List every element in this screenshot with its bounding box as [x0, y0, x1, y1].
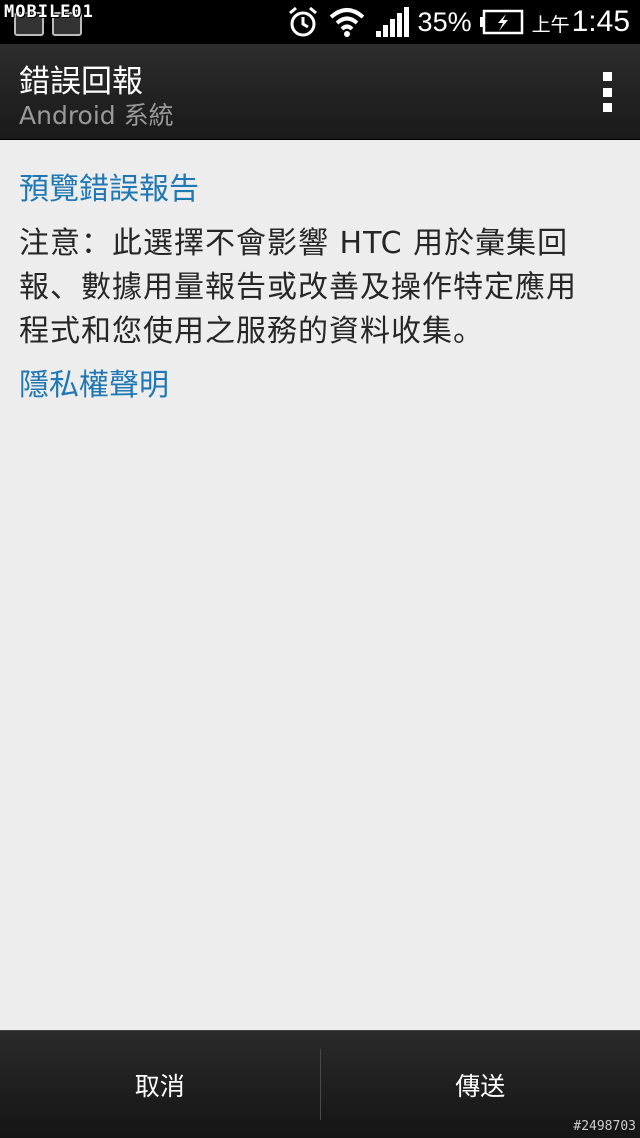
notice-line: 報、數據用量報告或改善及操作特定應用	[19, 270, 577, 305]
privacy-statement-link[interactable]: 隱私權聲明	[19, 360, 169, 404]
error-report-screen: MOBILE01 35% 上午 1:45 錯誤回報 Android 系統 預覽錯…	[0, 0, 640, 1138]
wifi-icon	[329, 8, 364, 37]
clock-time: 1:45	[571, 5, 630, 38]
content-area: 預覽錯誤報告 注意：此選擇不會影響 HTC 用於彙集回 報、數據用量報告或改善及…	[0, 140, 640, 1030]
battery-percent: 35%	[417, 6, 472, 37]
alarm-icon	[288, 6, 317, 37]
status-indicators: 35% 上午 1:45	[286, 0, 630, 44]
page-subtitle: Android 系統	[19, 101, 174, 130]
signal-icon	[375, 7, 409, 37]
action-bar: 錯誤回報 Android 系統	[0, 44, 640, 140]
notice-line: 程式和您使用之服務的資料收集。	[19, 314, 484, 349]
clock: 上午 1:45	[532, 5, 630, 39]
notice-text: 注意：此選擇不會影響 HTC 用於彙集回 報、數據用量報告或改善及操作特定應用 …	[19, 222, 624, 354]
battery-charging-icon	[479, 9, 523, 35]
notice-line: 注意：此選擇不會影響 HTC 用於彙集回	[19, 226, 569, 261]
watermark: MOBILE01	[4, 2, 94, 22]
overflow-menu-icon[interactable]	[600, 72, 614, 112]
preview-error-report-link[interactable]: 預覽錯誤報告	[19, 164, 199, 208]
cancel-button[interactable]: 取消	[0, 1031, 320, 1138]
page-title: 錯誤回報	[19, 64, 143, 100]
image-id-label: #2498703	[573, 1119, 636, 1134]
bottom-button-bar: 取消 傳送	[0, 1030, 640, 1138]
status-bar: MOBILE01 35% 上午 1:45	[0, 0, 640, 44]
clock-ampm: 上午	[531, 14, 570, 36]
